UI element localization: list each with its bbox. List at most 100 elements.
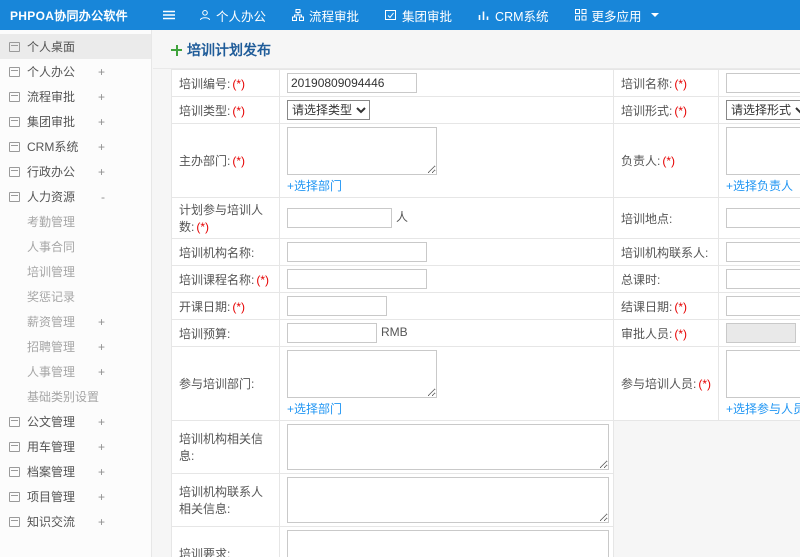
expand-icon[interactable]: + [98, 465, 105, 479]
field-label: 培训要求: [179, 546, 231, 557]
org-name-input[interactable] [287, 242, 427, 262]
approver-input[interactable] [726, 323, 796, 343]
sidebar-item-label: 奖惩记录 [27, 290, 76, 304]
sidebar-item-label: 招聘管理 [27, 340, 76, 354]
nav-item-more-apps[interactable]: 更多应用 [562, 0, 672, 30]
budget-input[interactable] [287, 323, 377, 343]
training-type-select[interactable]: 请选择类型 [287, 100, 370, 120]
join-dept-textarea[interactable] [287, 350, 437, 398]
sidebar-item-label: 人事合同 [27, 240, 76, 254]
sidebar-item-personal-desktop[interactable]: 个人桌面 [0, 34, 151, 59]
sidebar-item-training-mgmt[interactable]: 培训管理 [0, 259, 151, 284]
sidebar-item-project-mgmt[interactable]: 项目管理 + [0, 484, 151, 509]
form-row: 培训类型: (*) 请选择类型 培训形式: (*) 请选择形式 [171, 96, 800, 124]
nav-item-group-approval[interactable]: 集团审批 [372, 0, 465, 30]
sidebar-item-human-resources[interactable]: 人力资源 - [0, 184, 151, 209]
field-label-cell: 计划参与培训人数: (*) [171, 197, 280, 239]
required-mark: (*) [698, 377, 712, 391]
crm-icon [478, 9, 490, 21]
leader-textarea[interactable] [726, 127, 800, 175]
form-row: 培训预算: RMB 审批人员:(*) +选择审批人员 [171, 319, 800, 347]
collapse-icon[interactable]: - [101, 190, 105, 204]
sidebar-item-hr-contract[interactable]: 人事合同 [0, 234, 151, 259]
sidebar-item-crm-system[interactable]: CRM系统 + [0, 134, 151, 159]
training-name-input[interactable] [726, 73, 800, 93]
sidebar-item-attendance-mgmt[interactable]: 考勤管理 [0, 209, 151, 234]
sidebar-item-personnel-mgmt[interactable]: 人事管理 + [0, 359, 151, 384]
sidebar-item-label: 基础类别设置 [27, 390, 100, 404]
sidebar-item-label: 公文管理 [27, 415, 76, 429]
expand-icon[interactable]: + [98, 65, 105, 79]
form-row: 开课日期: (*) 结课日期: (*) [171, 292, 800, 320]
join-people-textarea[interactable] [726, 350, 800, 398]
select-dept-link[interactable]: +选择部门 [287, 179, 342, 193]
planned-count-input[interactable] [287, 208, 392, 228]
requirements-textarea[interactable] [287, 530, 609, 557]
select-leader-link[interactable]: +选择负责人 [726, 179, 793, 193]
course-name-input[interactable] [287, 269, 427, 289]
training-mode-select[interactable]: 请选择形式 [726, 100, 800, 120]
end-date-input[interactable] [726, 296, 800, 316]
sidebar-item-document-mgmt[interactable]: 公文管理 + [0, 409, 151, 434]
field-label: 主办部门: [179, 154, 231, 168]
sidebar-item-knowledge-exchange[interactable]: 知识交流 + [0, 509, 151, 534]
field-cell: +选择部门 [279, 123, 614, 198]
field-label: 培训形式: [621, 103, 673, 118]
start-date-input[interactable] [287, 296, 387, 316]
expand-icon[interactable]: + [98, 315, 105, 329]
select-join-people-link[interactable]: +选择参与人员 [726, 402, 800, 416]
sidebar-item-archive-mgmt[interactable]: 档案管理 + [0, 459, 151, 484]
field-label: 负责人: [621, 154, 661, 168]
sidebar-item-recruitment-mgmt[interactable]: 招聘管理 + [0, 334, 151, 359]
doc-icon [9, 416, 20, 427]
expand-icon[interactable]: + [98, 90, 105, 104]
sidebar-item-admin-office[interactable]: 行政办公 + [0, 159, 151, 184]
required-mark: (*) [674, 76, 688, 91]
add-icon [171, 44, 182, 56]
field-cell [718, 69, 800, 97]
nav-item-label: 个人办公 [216, 9, 267, 24]
sidebar-item-workflow-approval[interactable]: 流程审批 + [0, 84, 151, 109]
field-label-cell: 培训编号: (*) [171, 69, 280, 97]
hamburger-menu-icon[interactable] [152, 0, 186, 30]
host-dept-textarea[interactable] [287, 127, 437, 175]
required-mark: (*) [232, 299, 246, 314]
field-label: 计划参与培训人数: [179, 203, 264, 234]
expand-icon[interactable]: + [98, 115, 105, 129]
field-label: 培训机构联系人: [621, 245, 709, 260]
total-hours-input[interactable] [726, 269, 800, 289]
required-mark: (*) [256, 272, 270, 287]
required-mark: (*) [196, 220, 210, 234]
admin-icon [9, 166, 20, 177]
sidebar-item-label: 个人桌面 [27, 40, 76, 54]
select-dept-link[interactable]: +选择部门 [287, 402, 342, 416]
expand-icon[interactable]: + [98, 490, 105, 504]
expand-icon[interactable]: + [98, 340, 105, 354]
org-info-textarea[interactable] [287, 424, 609, 470]
field-label: 培训机构名称: [179, 245, 255, 260]
field-label: 培训编号: [179, 76, 231, 91]
sidebar-item-vehicle-mgmt[interactable]: 用车管理 + [0, 434, 151, 459]
sidebar-item-group-approval[interactable]: 集团审批 + [0, 109, 151, 134]
sidebar-item-salary-mgmt[interactable]: 薪资管理 + [0, 309, 151, 334]
expand-icon[interactable]: + [98, 365, 105, 379]
expand-icon[interactable]: + [98, 515, 105, 529]
sidebar-item-reward-punishment[interactable]: 奖惩记录 [0, 284, 151, 309]
sidebar-item-personal-office[interactable]: 个人办公 + [0, 59, 151, 84]
org-contact-info-textarea[interactable] [287, 477, 609, 523]
field-cell: 请选择类型 [279, 96, 614, 124]
expand-icon[interactable]: + [98, 165, 105, 179]
expand-icon[interactable]: + [98, 140, 105, 154]
location-input[interactable] [726, 208, 800, 228]
expand-icon[interactable]: + [98, 415, 105, 429]
org-contact-input[interactable] [726, 242, 800, 262]
field-label-cell: 培训地点: [613, 197, 719, 239]
nav-item-workflow-approval[interactable]: 流程审批 [279, 0, 372, 30]
training-number-input[interactable] [287, 73, 417, 93]
nav-item-crm-system[interactable]: CRM系统 [465, 0, 561, 30]
sidebar-item-base-category-settings[interactable]: 基础类别设置 [0, 384, 151, 409]
expand-icon[interactable]: + [98, 440, 105, 454]
nav-item-personal-office[interactable]: 个人办公 [186, 0, 279, 30]
apps-icon [574, 9, 587, 21]
sidebar-item-label: 薪资管理 [27, 315, 76, 329]
